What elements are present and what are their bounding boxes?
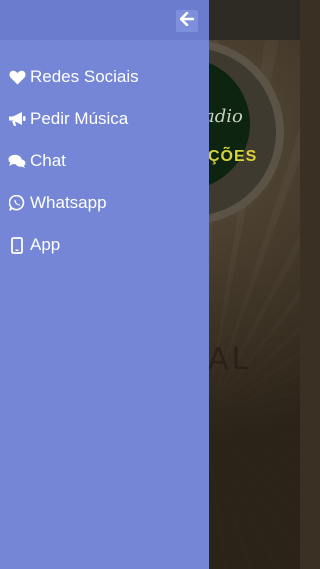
whatsapp-icon — [8, 194, 26, 212]
menu-item-pedir-musica[interactable]: Pedir Música — [0, 98, 209, 140]
menu-item-label: Redes Sociais — [30, 67, 139, 86]
menu-item-whatsapp[interactable]: Whatsapp — [0, 182, 209, 224]
menu-item-label: Chat — [30, 151, 66, 170]
logo-script-text: adio — [204, 106, 243, 127]
menu-item-label: Whatsapp — [30, 193, 107, 212]
menu-item-app[interactable]: App — [0, 224, 209, 266]
menu-item-redes-sociais[interactable]: Redes Sociais — [0, 56, 209, 98]
close-drawer-button[interactable] — [176, 10, 198, 32]
menu-item-chat[interactable]: Chat — [0, 140, 209, 182]
mobile-icon — [8, 236, 26, 254]
background-word: AL — [208, 342, 252, 377]
comments-icon — [8, 152, 26, 170]
heart-icon — [8, 68, 26, 86]
menu-item-label: App — [30, 235, 61, 254]
logo-bold-text: ÇÕES — [208, 148, 258, 165]
drawer-header — [0, 0, 209, 40]
menu-item-label: Pedir Música — [30, 109, 129, 128]
side-drawer: Redes Sociais Pedir Música Chat Whatsapp… — [0, 0, 209, 569]
drawer-menu: Redes Sociais Pedir Música Chat Whatsapp… — [0, 56, 209, 266]
bullhorn-icon — [8, 110, 26, 128]
arrow-left-icon — [179, 11, 195, 31]
